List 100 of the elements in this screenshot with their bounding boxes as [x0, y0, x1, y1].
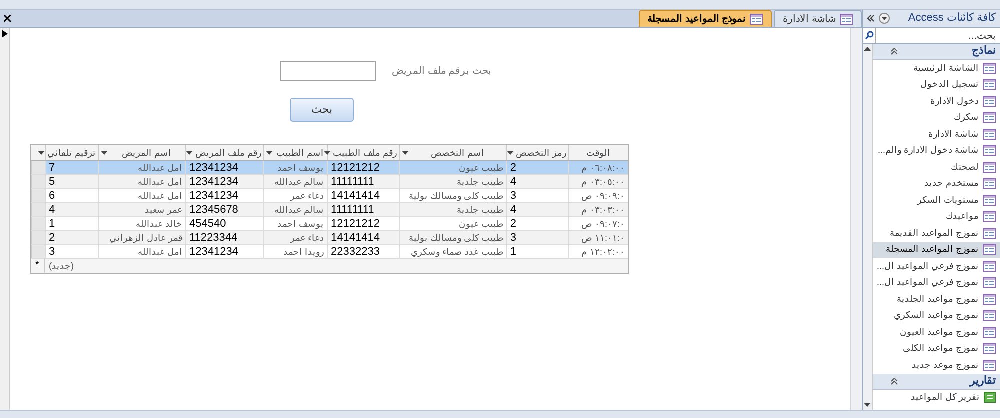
- column-header[interactable]: رمز التخصص: [506, 145, 568, 160]
- table-cell: طبيب كلى ومسالك بولية: [398, 189, 506, 202]
- column-header[interactable]: رقم ملف المريض: [185, 145, 264, 160]
- collapse-pane-icon[interactable]: [867, 15, 875, 22]
- column-header[interactable]: رقم ملف الطبيب: [327, 145, 399, 160]
- new-record-label: (جديد): [48, 260, 75, 273]
- nav-item[interactable]: سكرك: [873, 110, 1000, 126]
- table-cell: 3: [506, 189, 568, 202]
- table-cell: 14141414: [327, 189, 399, 202]
- nav-item[interactable]: نموزج موعد جديد: [873, 357, 1000, 374]
- nav-item[interactable]: نموزج فرعي المواعيد ال...: [873, 258, 1000, 274]
- form-icon: [983, 277, 996, 288]
- form-icon: [983, 310, 996, 322]
- search-field[interactable]: [280, 61, 376, 81]
- group-header[interactable]: تقارير: [873, 374, 1000, 390]
- record-pointer-icon: [2, 30, 8, 38]
- dropdown-icon[interactable]: [186, 149, 194, 156]
- table-cell: ٠٣:٠٥:٠٠ م: [568, 175, 628, 188]
- scroll-up-icon[interactable]: [864, 46, 871, 53]
- table-cell: سالم عبدالله: [263, 203, 328, 216]
- document-tab[interactable]: نموذج المواعيد المسجلة: [638, 10, 772, 27]
- search-button[interactable]: بحث: [290, 98, 354, 122]
- form-icon: [983, 112, 996, 124]
- table-cell: امل عبدالله: [98, 189, 186, 202]
- table-cell: طبيب غدد صماء وسكري: [398, 245, 506, 258]
- table-cell: امل عبدالله: [98, 175, 186, 188]
- nav-item[interactable]: نموزج المواعيد المسجلة: [873, 242, 1000, 258]
- scroll-down-icon[interactable]: [864, 401, 871, 408]
- nav-item[interactable]: نموزج مواعيد العيون: [873, 324, 1000, 340]
- table-cell: 2: [506, 217, 568, 230]
- table-cell: ٠٩:٠٩:٠ ص: [568, 189, 628, 202]
- table-cell: امل عبدالله: [98, 161, 186, 174]
- table-cell: 1: [506, 245, 568, 258]
- table-cell: ١١:٠١:٠ ص: [568, 231, 628, 244]
- form-icon: [983, 162, 996, 173]
- nav-item[interactable]: تسجيل الدخول: [873, 76, 1000, 93]
- column-header[interactable]: الوقت: [568, 145, 628, 160]
- column-header[interactable]: ترقيم تلقائي: [44, 145, 98, 160]
- nav-item[interactable]: نموزج المواعيد القديمة: [873, 225, 1000, 242]
- search-label: بحث برقم ملف المريض: [392, 64, 492, 78]
- table-cell: ٠٩:٠٧:٠ ص: [568, 217, 628, 230]
- table-cell: 4: [506, 203, 568, 216]
- pane-scrollbar[interactable]: [863, 44, 873, 410]
- nav-item[interactable]: مواعيدك: [873, 208, 1000, 225]
- collapse-icon[interactable]: [891, 48, 898, 55]
- nav-item[interactable]: الشاشة الرئيسية: [873, 60, 1000, 76]
- table-cell: 14141414: [327, 231, 399, 244]
- dropdown-icon[interactable]: [100, 149, 108, 156]
- nav-item[interactable]: تقرير كل المواعيد: [873, 390, 1000, 406]
- column-header[interactable]: اسم الطبيب: [263, 145, 327, 160]
- nav-item[interactable]: شاشة دخول الادارة والم...: [873, 142, 1000, 159]
- table-cell: يوسف احمد: [263, 217, 328, 230]
- form-icon: [983, 145, 996, 156]
- dropdown-icon[interactable]: [324, 149, 331, 156]
- nav-item[interactable]: دخول الادارة: [873, 93, 1000, 110]
- table-cell: رويدا احمد: [263, 245, 328, 258]
- form-icon: [983, 96, 996, 107]
- table-cell: 11111111: [327, 203, 399, 216]
- nav-item[interactable]: نموزج مواعيد الجلدية: [873, 291, 1000, 308]
- nav-item[interactable]: لصحتك: [873, 159, 1000, 176]
- table-cell: 12121212: [327, 161, 399, 174]
- form-icon: [983, 228, 996, 239]
- nav-item[interactable]: مستويات السكر: [873, 192, 1000, 208]
- form-icon: [983, 260, 996, 272]
- column-header[interactable]: اسم المريض: [98, 145, 186, 160]
- vertical-scrollbar[interactable]: [850, 28, 862, 410]
- nav-item[interactable]: نموزج فرعي المواعيد ال...: [873, 274, 1000, 291]
- form-icon: [983, 128, 996, 140]
- nav-item[interactable]: شاشة الادارة: [873, 126, 1000, 142]
- table-cell: طبيب جلدية: [398, 175, 506, 188]
- form-icon: [983, 244, 996, 256]
- close-icon[interactable]: [4, 15, 11, 22]
- form-icon: [983, 294, 996, 305]
- dropdown-icon[interactable]: [402, 149, 409, 156]
- nav-item[interactable]: مستخدم جديد: [873, 176, 1000, 192]
- nav-item[interactable]: نموزج مواعيد السكري: [873, 308, 1000, 324]
- dropdown-icon[interactable]: [506, 149, 514, 156]
- report-icon: [984, 392, 996, 404]
- collapse-icon[interactable]: [891, 378, 898, 384]
- table-cell: يوسف احمد: [263, 161, 328, 174]
- table-cell: 12341234: [185, 161, 264, 174]
- dropdown-icon[interactable]: [266, 149, 274, 156]
- form-icon: [983, 360, 996, 371]
- dropdown-icon[interactable]: [38, 149, 46, 156]
- document-tab[interactable]: شاشة الادارة: [774, 10, 862, 27]
- form-icon: [983, 62, 996, 74]
- column-header[interactable]: اسم التخصص: [399, 145, 506, 160]
- dropdown-icon[interactable]: [879, 13, 890, 24]
- table-cell: ٠٣:٠٣:٠٠ م: [568, 203, 628, 216]
- table-cell: 12341234: [185, 189, 264, 202]
- table-cell: دعاء عمر: [263, 231, 328, 244]
- table-cell: سالم عبدالله: [263, 175, 328, 188]
- table-cell: 454540: [185, 217, 264, 230]
- form-icon: [983, 211, 996, 222]
- group-header[interactable]: نماذج: [873, 44, 1000, 60]
- table-cell: قمر عادل الزهراني: [98, 231, 186, 244]
- table-cell: 22332233: [327, 245, 399, 258]
- form-icon: [983, 194, 996, 206]
- table-cell: ١٢:٠٢:٠٠ م: [568, 245, 628, 258]
- nav-item[interactable]: نموزج مواعيد الكلى: [873, 340, 1000, 357]
